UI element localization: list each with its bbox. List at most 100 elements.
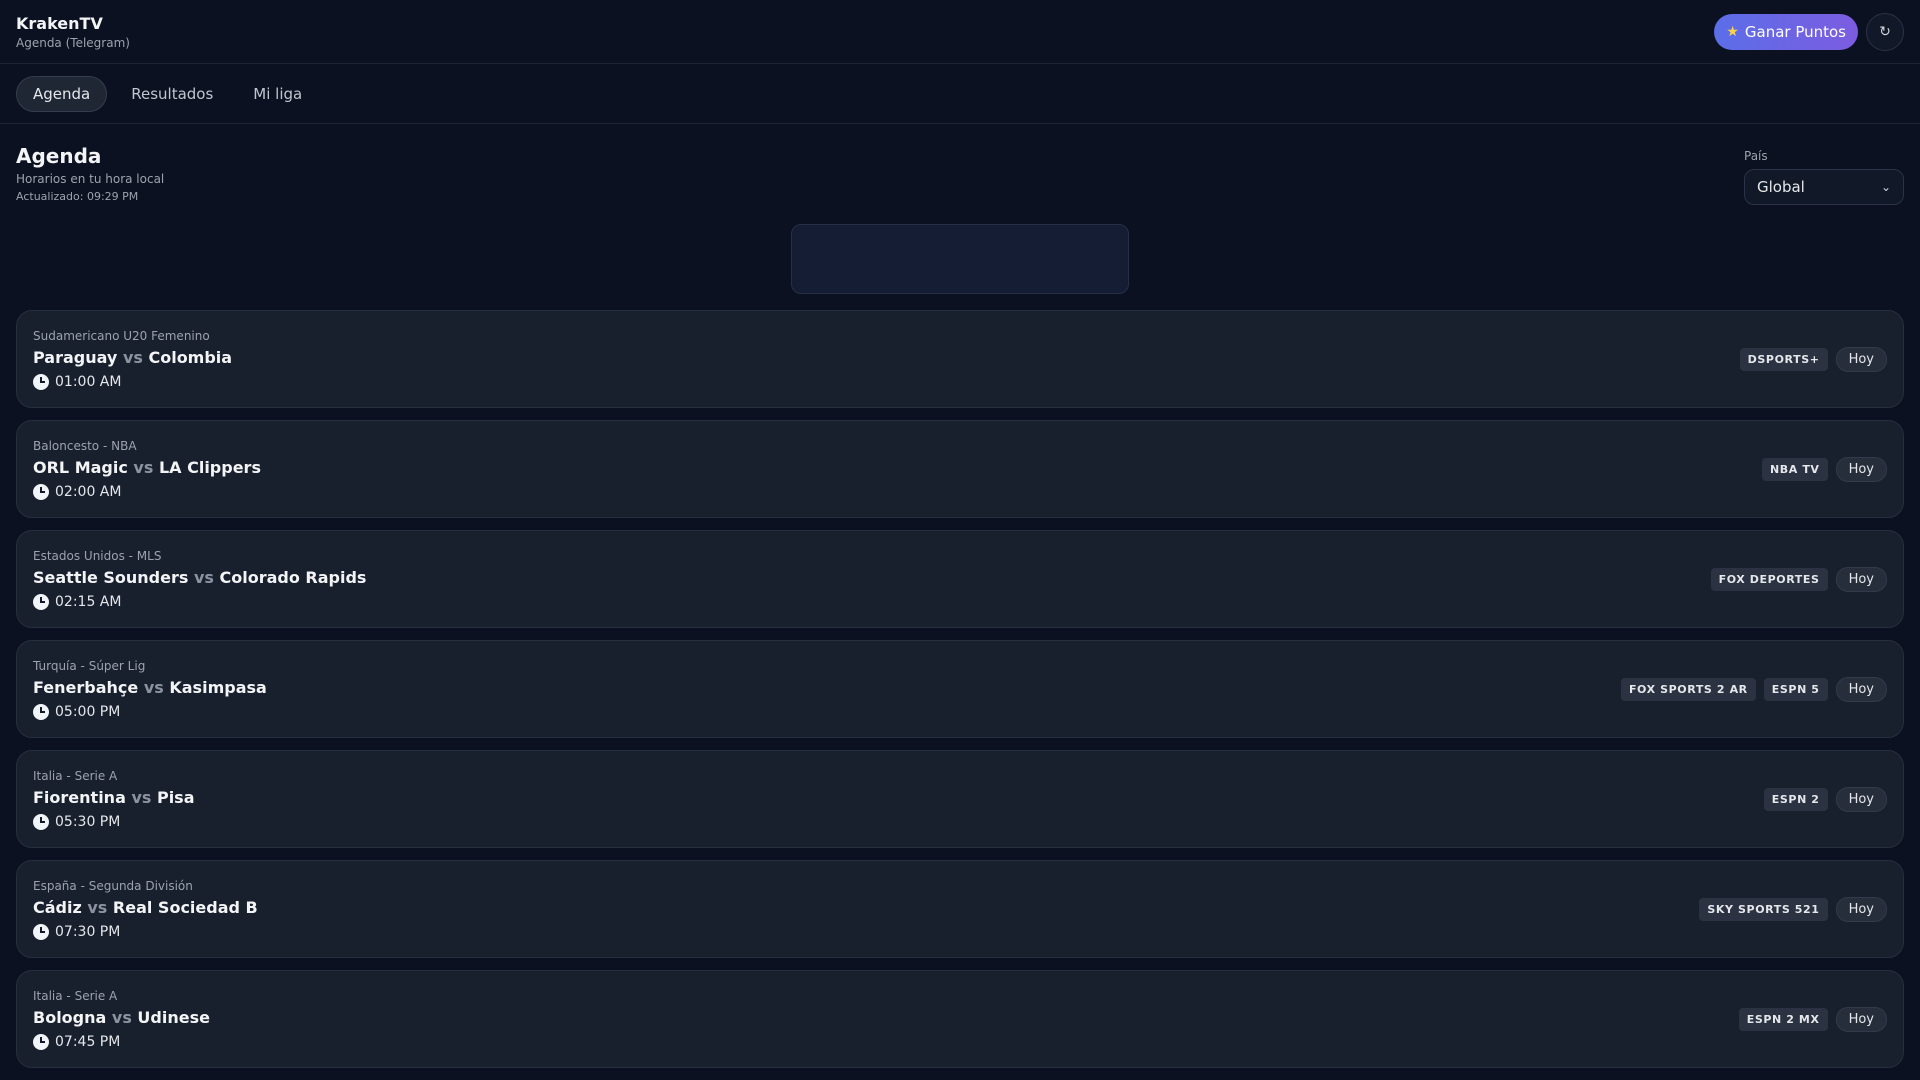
match-card[interactable]: España - Segunda División Cádiz vs Real … — [16, 860, 1904, 958]
away-team: Colombia — [148, 347, 233, 367]
home-team: Paraguay — [33, 347, 118, 367]
page-title: Agenda — [16, 144, 102, 168]
tab-agenda[interactable]: Agenda — [16, 75, 108, 112]
country-label: País — [1744, 149, 1768, 163]
match-time: 07:45 PM — [55, 1033, 121, 1050]
vs-label: vs — [111, 1007, 132, 1027]
match-time: 05:00 PM — [55, 703, 121, 720]
match-card[interactable]: Baloncesto - NBA ORL Magic vs LA Clipper… — [16, 420, 1904, 518]
league-name: Estados Unidos - MLS — [33, 548, 162, 563]
match-info: Baloncesto - NBA ORL Magic vs LA Clipper… — [33, 439, 261, 500]
match-teams: Seattle Sounders vs Colorado Rapids — [33, 568, 366, 587]
vs-label: vs — [87, 897, 108, 917]
channel-badge: ESPN 2 — [1763, 787, 1828, 811]
match-meta: NBA TV Hoy — [1762, 456, 1887, 482]
day-badge: Hoy — [1835, 1006, 1887, 1032]
day-badge: Hoy — [1835, 456, 1887, 482]
refresh-icon: ↻ — [1879, 23, 1891, 39]
away-team: LA Clippers — [158, 457, 261, 477]
app-subtitle: Agenda (Telegram) — [16, 35, 130, 50]
match-time: 02:00 AM — [55, 483, 122, 500]
match-card[interactable]: Estados Unidos - MLS Seattle Sounders vs… — [16, 530, 1904, 628]
league-name: Italia - Serie A — [33, 988, 118, 1003]
league-name: Sudamericano U20 Femenino — [33, 328, 210, 343]
match-info: Turquía - Súper Lig Fenerbahçe vs Kasimp… — [33, 659, 267, 720]
tab-mi-liga[interactable]: Mi liga — [237, 76, 318, 112]
match-time: 07:30 PM — [55, 923, 121, 940]
home-team: Seattle Sounders — [33, 567, 189, 587]
match-info: Estados Unidos - MLS Seattle Sounders vs… — [33, 549, 366, 610]
match-meta: SKY SPORTS 521 Hoy — [1699, 896, 1887, 922]
match-meta: FOX SPORTS 2 AR ESPN 5 Hoy — [1620, 676, 1887, 702]
match-meta: ESPN 2 MX Hoy — [1738, 1006, 1887, 1032]
match-info: Sudamericano U20 Femenino Paraguay vs Co… — [33, 329, 232, 390]
league-name: Turquía - Súper Lig — [33, 658, 146, 673]
league-name: España - Segunda División — [33, 878, 193, 893]
star-icon: ★ — [1726, 23, 1739, 40]
channel-badge: DSPORTS+ — [1739, 347, 1828, 371]
match-time-row: 01:00 AM — [33, 373, 232, 390]
away-team: Udinese — [137, 1007, 210, 1027]
clock-icon — [33, 813, 49, 830]
match-time-row: 07:30 PM — [33, 923, 258, 940]
league-name: Italia - Serie A — [33, 768, 118, 783]
brand: KrakenTV Agenda (Telegram) — [16, 14, 130, 50]
top-actions: ★ Ganar Puntos ↻ — [1714, 12, 1904, 51]
vs-label: vs — [193, 567, 214, 587]
match-teams: Fiorentina vs Pisa — [33, 788, 195, 807]
clock-icon — [33, 1033, 49, 1050]
channel-badge: NBA TV — [1762, 457, 1828, 481]
home-team: Cádiz — [33, 897, 82, 917]
day-badge: Hoy — [1835, 346, 1887, 372]
away-team: Real Sociedad B — [112, 897, 258, 917]
section-header: Agenda Horarios en tu hora local Actuali… — [16, 124, 1904, 224]
match-teams: ORL Magic vs LA Clippers — [33, 458, 261, 477]
match-meta: ESPN 2 Hoy — [1763, 786, 1887, 812]
day-badge: Hoy — [1835, 896, 1887, 922]
updated-timestamp: Actualizado: 09:29 PM — [16, 190, 139, 203]
match-card[interactable]: Italia - Serie A Bologna vs Udinese 07:4… — [16, 970, 1904, 1068]
match-card[interactable]: Italia - Serie A Fiorentina vs Pisa 05:3… — [16, 750, 1904, 848]
match-time: 02:15 AM — [55, 593, 122, 610]
earn-points-button[interactable]: ★ Ganar Puntos — [1714, 13, 1858, 50]
match-time-row: 02:15 AM — [33, 593, 366, 610]
clock-icon — [33, 593, 49, 610]
channel-badge: ESPN 2 MX — [1738, 1007, 1828, 1031]
refresh-button[interactable]: ↻ — [1866, 12, 1904, 51]
channel-badge: SKY SPORTS 521 — [1699, 897, 1828, 921]
away-team: Pisa — [156, 787, 195, 807]
away-team: Colorado Rapids — [219, 567, 367, 587]
match-time: 01:00 AM — [55, 373, 122, 390]
main-content: Agenda Horarios en tu hora local Actuali… — [0, 124, 1920, 1068]
earn-points-label: Ganar Puntos — [1744, 22, 1846, 41]
match-card[interactable]: Turquía - Súper Lig Fenerbahçe vs Kasimp… — [16, 640, 1904, 738]
match-info: España - Segunda División Cádiz vs Real … — [33, 879, 258, 940]
match-time-row: 05:30 PM — [33, 813, 195, 830]
match-card[interactable]: Sudamericano U20 Femenino Paraguay vs Co… — [16, 310, 1904, 408]
match-meta: FOX DEPORTES Hoy — [1710, 566, 1887, 592]
country-value: Global — [1757, 178, 1805, 196]
home-team: Fiorentina — [33, 787, 126, 807]
page-subtitle: Horarios en tu hora local — [16, 172, 165, 186]
vs-label: vs — [133, 457, 154, 477]
match-teams: Bologna vs Udinese — [33, 1008, 210, 1027]
league-name: Baloncesto - NBA — [33, 438, 137, 453]
day-badge: Hoy — [1835, 786, 1887, 812]
match-time: 05:30 PM — [55, 813, 121, 830]
clock-icon — [33, 923, 49, 940]
match-meta: DSPORTS+ Hoy — [1739, 346, 1887, 372]
home-team: Bologna — [33, 1007, 107, 1027]
vs-label: vs — [131, 787, 152, 807]
match-list: Sudamericano U20 Femenino Paraguay vs Co… — [16, 310, 1904, 1068]
tab-resultados[interactable]: Resultados — [115, 76, 229, 112]
match-teams: Paraguay vs Colombia — [33, 348, 232, 367]
away-team: Kasimpasa — [169, 677, 267, 697]
country-select[interactable]: Global ⌄ — [1744, 169, 1904, 205]
match-teams: Fenerbahçe vs Kasimpasa — [33, 678, 267, 697]
top-bar: KrakenTV Agenda (Telegram) ★ Ganar Punto… — [0, 0, 1920, 64]
channel-badge: FOX SPORTS 2 AR — [1620, 677, 1756, 701]
match-time-row: 07:45 PM — [33, 1033, 210, 1050]
clock-icon — [33, 483, 49, 500]
day-badge: Hoy — [1835, 566, 1887, 592]
match-time-row: 02:00 AM — [33, 483, 261, 500]
